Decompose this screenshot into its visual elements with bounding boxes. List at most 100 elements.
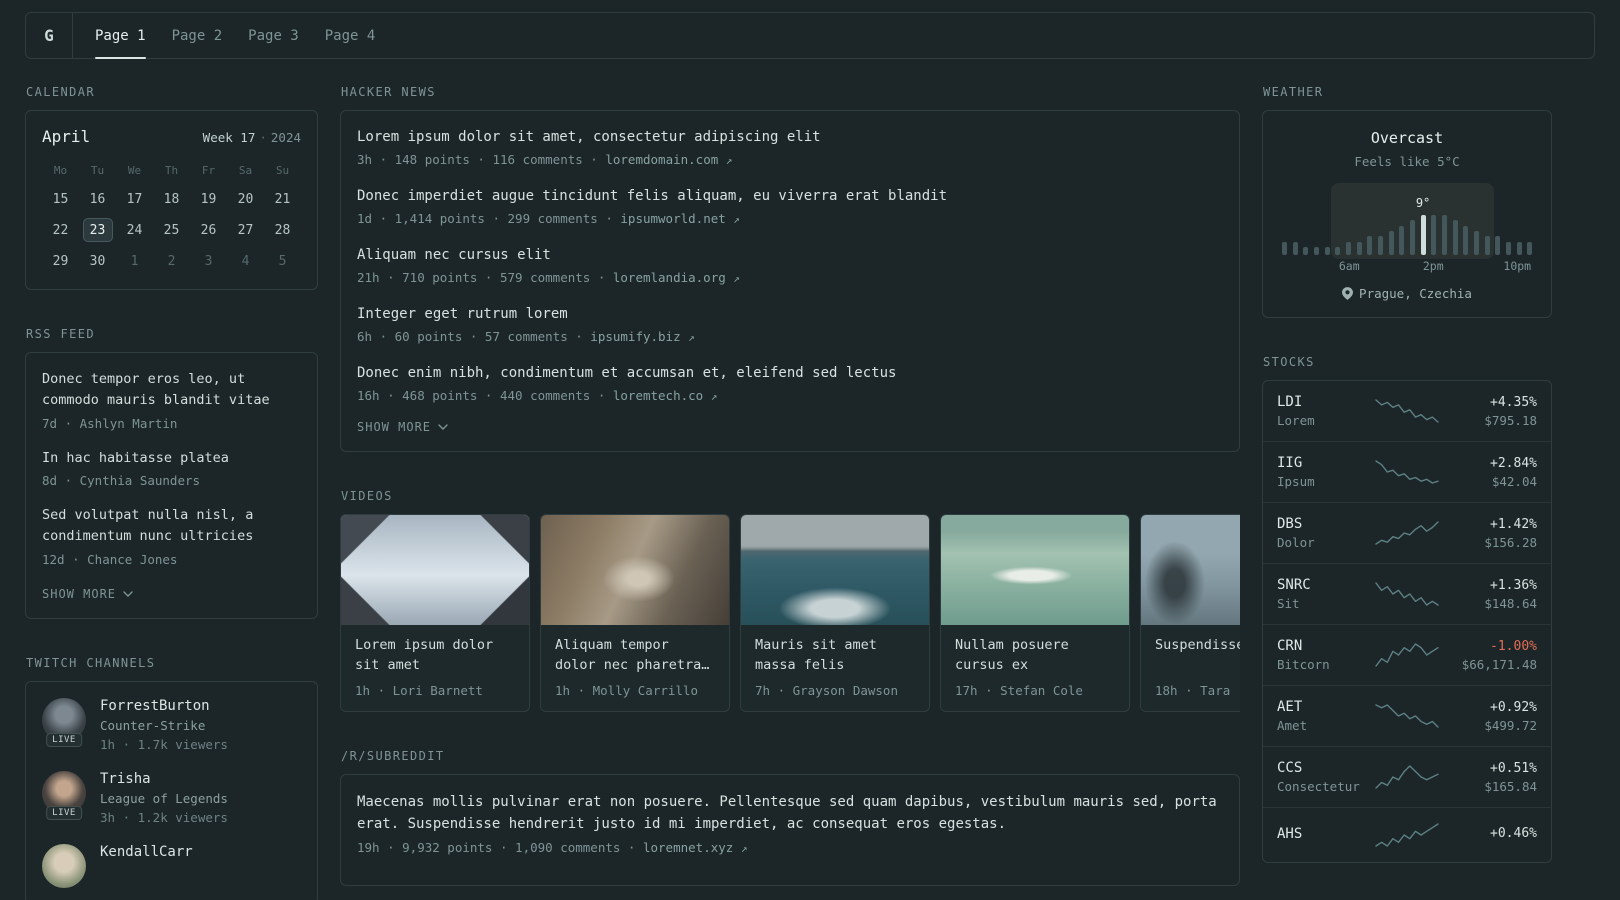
stock-sparkline — [1375, 582, 1439, 606]
app-logo[interactable]: G — [26, 13, 73, 58]
hacker-news-box: Lorem ipsum dolor sit amet, consectetur … — [340, 110, 1240, 452]
video-card[interactable]: Lorem ipsum dolor sit amet consectetu… 1h… — [340, 514, 530, 712]
video-thumbnail — [1141, 515, 1240, 625]
item-meta-text: 19h · 9,932 points · 1,090 comments · — [357, 839, 643, 855]
weather-bar — [1527, 242, 1533, 255]
stock-sparkline — [1375, 704, 1439, 728]
twitch-channel[interactable]: KendallCarr — [42, 843, 301, 888]
hn-show-more-button[interactable]: SHOW MORE — [357, 420, 448, 434]
external-link-icon: ↗ — [710, 390, 718, 403]
separator-dot: · — [259, 130, 267, 145]
stock-symbol: AHS — [1277, 825, 1303, 842]
subreddit-widget: /R/SUBREDDIT Maecenas mollis pulvinar er… — [340, 749, 1240, 886]
item-meta-text: 6h · 60 points · 57 comments · — [357, 329, 591, 344]
rss-item-title[interactable]: Donec tempor eros leo, ut commodo mauris… — [42, 369, 301, 412]
twitch-channel-meta: 1h · 1.7k viewers — [100, 736, 228, 752]
weather-widget-title: WEATHER — [1263, 85, 1324, 99]
calendar-day: 19 — [200, 191, 217, 207]
stock-name: Dolor — [1277, 535, 1315, 550]
twitch-channel-name[interactable]: KendallCarr — [100, 844, 193, 860]
weather-bar — [1345, 242, 1351, 255]
weather-bar — [1431, 215, 1437, 255]
hacker-news-widget-title: HACKER NEWS — [341, 85, 436, 99]
item-meta: 19h · 9,932 points · 1,090 comments · lo… — [357, 840, 1223, 855]
video-card[interactable]: Mauris sit amet massa felis 7h · Grayson … — [740, 514, 930, 712]
rss-show-more-button[interactable]: SHOW MORE — [42, 587, 133, 601]
stock-change: +1.36% — [1490, 577, 1537, 593]
calendar-day: 16 — [89, 191, 106, 207]
hn-item: Donec imperdiet augue tincidunt felis al… — [357, 186, 1223, 226]
weather-hour-cell — [1356, 199, 1363, 255]
item-source-link[interactable]: loremlandia.org ↗ — [613, 270, 740, 285]
tab-page-3[interactable]: Page 3 — [248, 13, 299, 58]
item-source-link[interactable]: ipsumify.biz ↗ — [590, 329, 694, 344]
calendar-day: 27 — [237, 222, 254, 238]
stock-values: -1.00% $66,171.48 — [1445, 639, 1537, 672]
calendar-widget-title: CALENDAR — [26, 85, 95, 99]
item-source-link[interactable]: ipsumworld.net ↗ — [620, 211, 740, 226]
weather-hour-axis: 6am 2pm 10pm — [1281, 259, 1533, 273]
video-thumbnail — [941, 515, 1129, 625]
weather-bar — [1409, 220, 1415, 255]
stock-values: +0.46% — [1445, 826, 1537, 844]
video-card[interactable]: Aliquam tempor dolor nec pharetra… 1h · M… — [540, 514, 730, 712]
tab-page-4[interactable]: Page 4 — [325, 13, 376, 58]
stock-row[interactable]: CCS Consectetur +0.51% $165.84 — [1263, 747, 1551, 808]
stocks-list: LDI Lorem +4.35% $795.18 IIG Ipsum +2.84% $42.0… — [1262, 380, 1552, 863]
tab-page-2[interactable]: Page 2 — [172, 13, 223, 58]
hn-item-title[interactable]: Donec imperdiet augue tincidunt felis al… — [357, 186, 1223, 207]
stock-name: Consectetur — [1277, 779, 1360, 794]
video-thumbnail — [741, 515, 929, 625]
stock-identity: LDI Lorem — [1277, 394, 1369, 428]
stock-row[interactable]: LDI Lorem +4.35% $795.18 — [1263, 381, 1551, 442]
weather-hour-cell — [1377, 199, 1384, 255]
twitch-channel-name[interactable]: ForrestBurton — [100, 698, 228, 714]
video-meta: 18h · Tara — [1155, 683, 1231, 698]
twitch-channel[interactable]: LIVE ForrestBurton Counter-Strike 1h · 1.7k… — [42, 697, 301, 752]
stock-identity: SNRC Sit — [1277, 577, 1369, 611]
current-temp-label: 9° — [1415, 196, 1431, 210]
item-source-link[interactable]: loremnet.xyz ↗ — [643, 840, 747, 855]
item-meta: 1d · 1,414 points · 299 comments · ipsum… — [357, 211, 1223, 226]
stock-change: -1.00% — [1490, 638, 1537, 654]
external-link-icon: ↗ — [740, 841, 748, 855]
stock-row[interactable]: SNRC Sit +1.36% $148.64 — [1263, 564, 1551, 625]
twitch-channel[interactable]: LIVE Trisha League of Legends 3h · 1.2k vie… — [42, 770, 301, 825]
calendar-weekday-header: Tu — [90, 164, 105, 177]
calendar-weekday-header: Th — [164, 164, 179, 177]
tab-page-1[interactable]: Page 1 — [95, 13, 146, 59]
weather-hour-cell — [1324, 199, 1331, 255]
weather-hour-cell — [1441, 199, 1448, 255]
hn-item-title[interactable]: Aliquam nec cursus elit — [357, 245, 1223, 266]
reddit-post-title[interactable]: Maecenas mollis pulvinar erat non posuer… — [357, 791, 1223, 836]
video-card[interactable]: Suspendisse diam 18h · Tara — [1140, 514, 1240, 712]
item-meta-text: 3h · 148 points · 116 comments · — [357, 152, 606, 167]
stock-row[interactable]: AET Amet +0.92% $499.72 — [1263, 686, 1551, 747]
hn-item-title[interactable]: Lorem ipsum dolor sit amet, consectetur … — [357, 127, 1223, 148]
twitch-channel-meta: 3h · 1.2k viewers — [100, 809, 228, 825]
item-meta: 16h · 468 points · 440 comments · loremt… — [357, 388, 1223, 403]
weather-hour-cell — [1366, 199, 1373, 255]
stock-price: $66,171.48 — [1461, 656, 1537, 672]
calendar-weekday-header: Su — [275, 164, 290, 177]
weather-hour-cell — [1345, 199, 1352, 255]
rss-item-title[interactable]: Sed volutpat nulla nisl, a condimentum n… — [42, 505, 301, 548]
twitch-channel-name[interactable]: Trisha — [100, 771, 228, 787]
weather-bar — [1303, 247, 1309, 255]
calendar-day: 5 — [278, 253, 287, 269]
subreddit-box: Maecenas mollis pulvinar erat non posuer… — [340, 774, 1240, 886]
weather-hour-label: 2pm — [1422, 259, 1444, 273]
stock-row[interactable]: AHS +0.46% — [1263, 808, 1551, 862]
rss-item-title[interactable]: In hac habitasse platea — [42, 448, 301, 469]
stock-row[interactable]: CRN Bitcorn -1.00% $66,171.48 — [1263, 625, 1551, 686]
video-card[interactable]: Nullam posuere cursus ex 17h · Stefan Col… — [940, 514, 1130, 712]
rss-widget-title: RSS FEED — [26, 327, 95, 341]
item-source-link[interactable]: loremdomain.com ↗ — [605, 152, 732, 167]
stock-row[interactable]: IIG Ipsum +2.84% $42.04 — [1263, 442, 1551, 503]
hn-item-title[interactable]: Donec enim nibh, condimentum et accumsan… — [357, 363, 1223, 384]
item-meta: 3h · 148 points · 116 comments · loremdo… — [357, 152, 1223, 167]
hn-item-title[interactable]: Integer eget rutrum lorem — [357, 304, 1223, 325]
item-source-link[interactable]: loremtech.co ↗ — [613, 388, 717, 403]
weather-bar — [1505, 242, 1511, 255]
stock-row[interactable]: DBS Dolor +1.42% $156.28 — [1263, 503, 1551, 564]
